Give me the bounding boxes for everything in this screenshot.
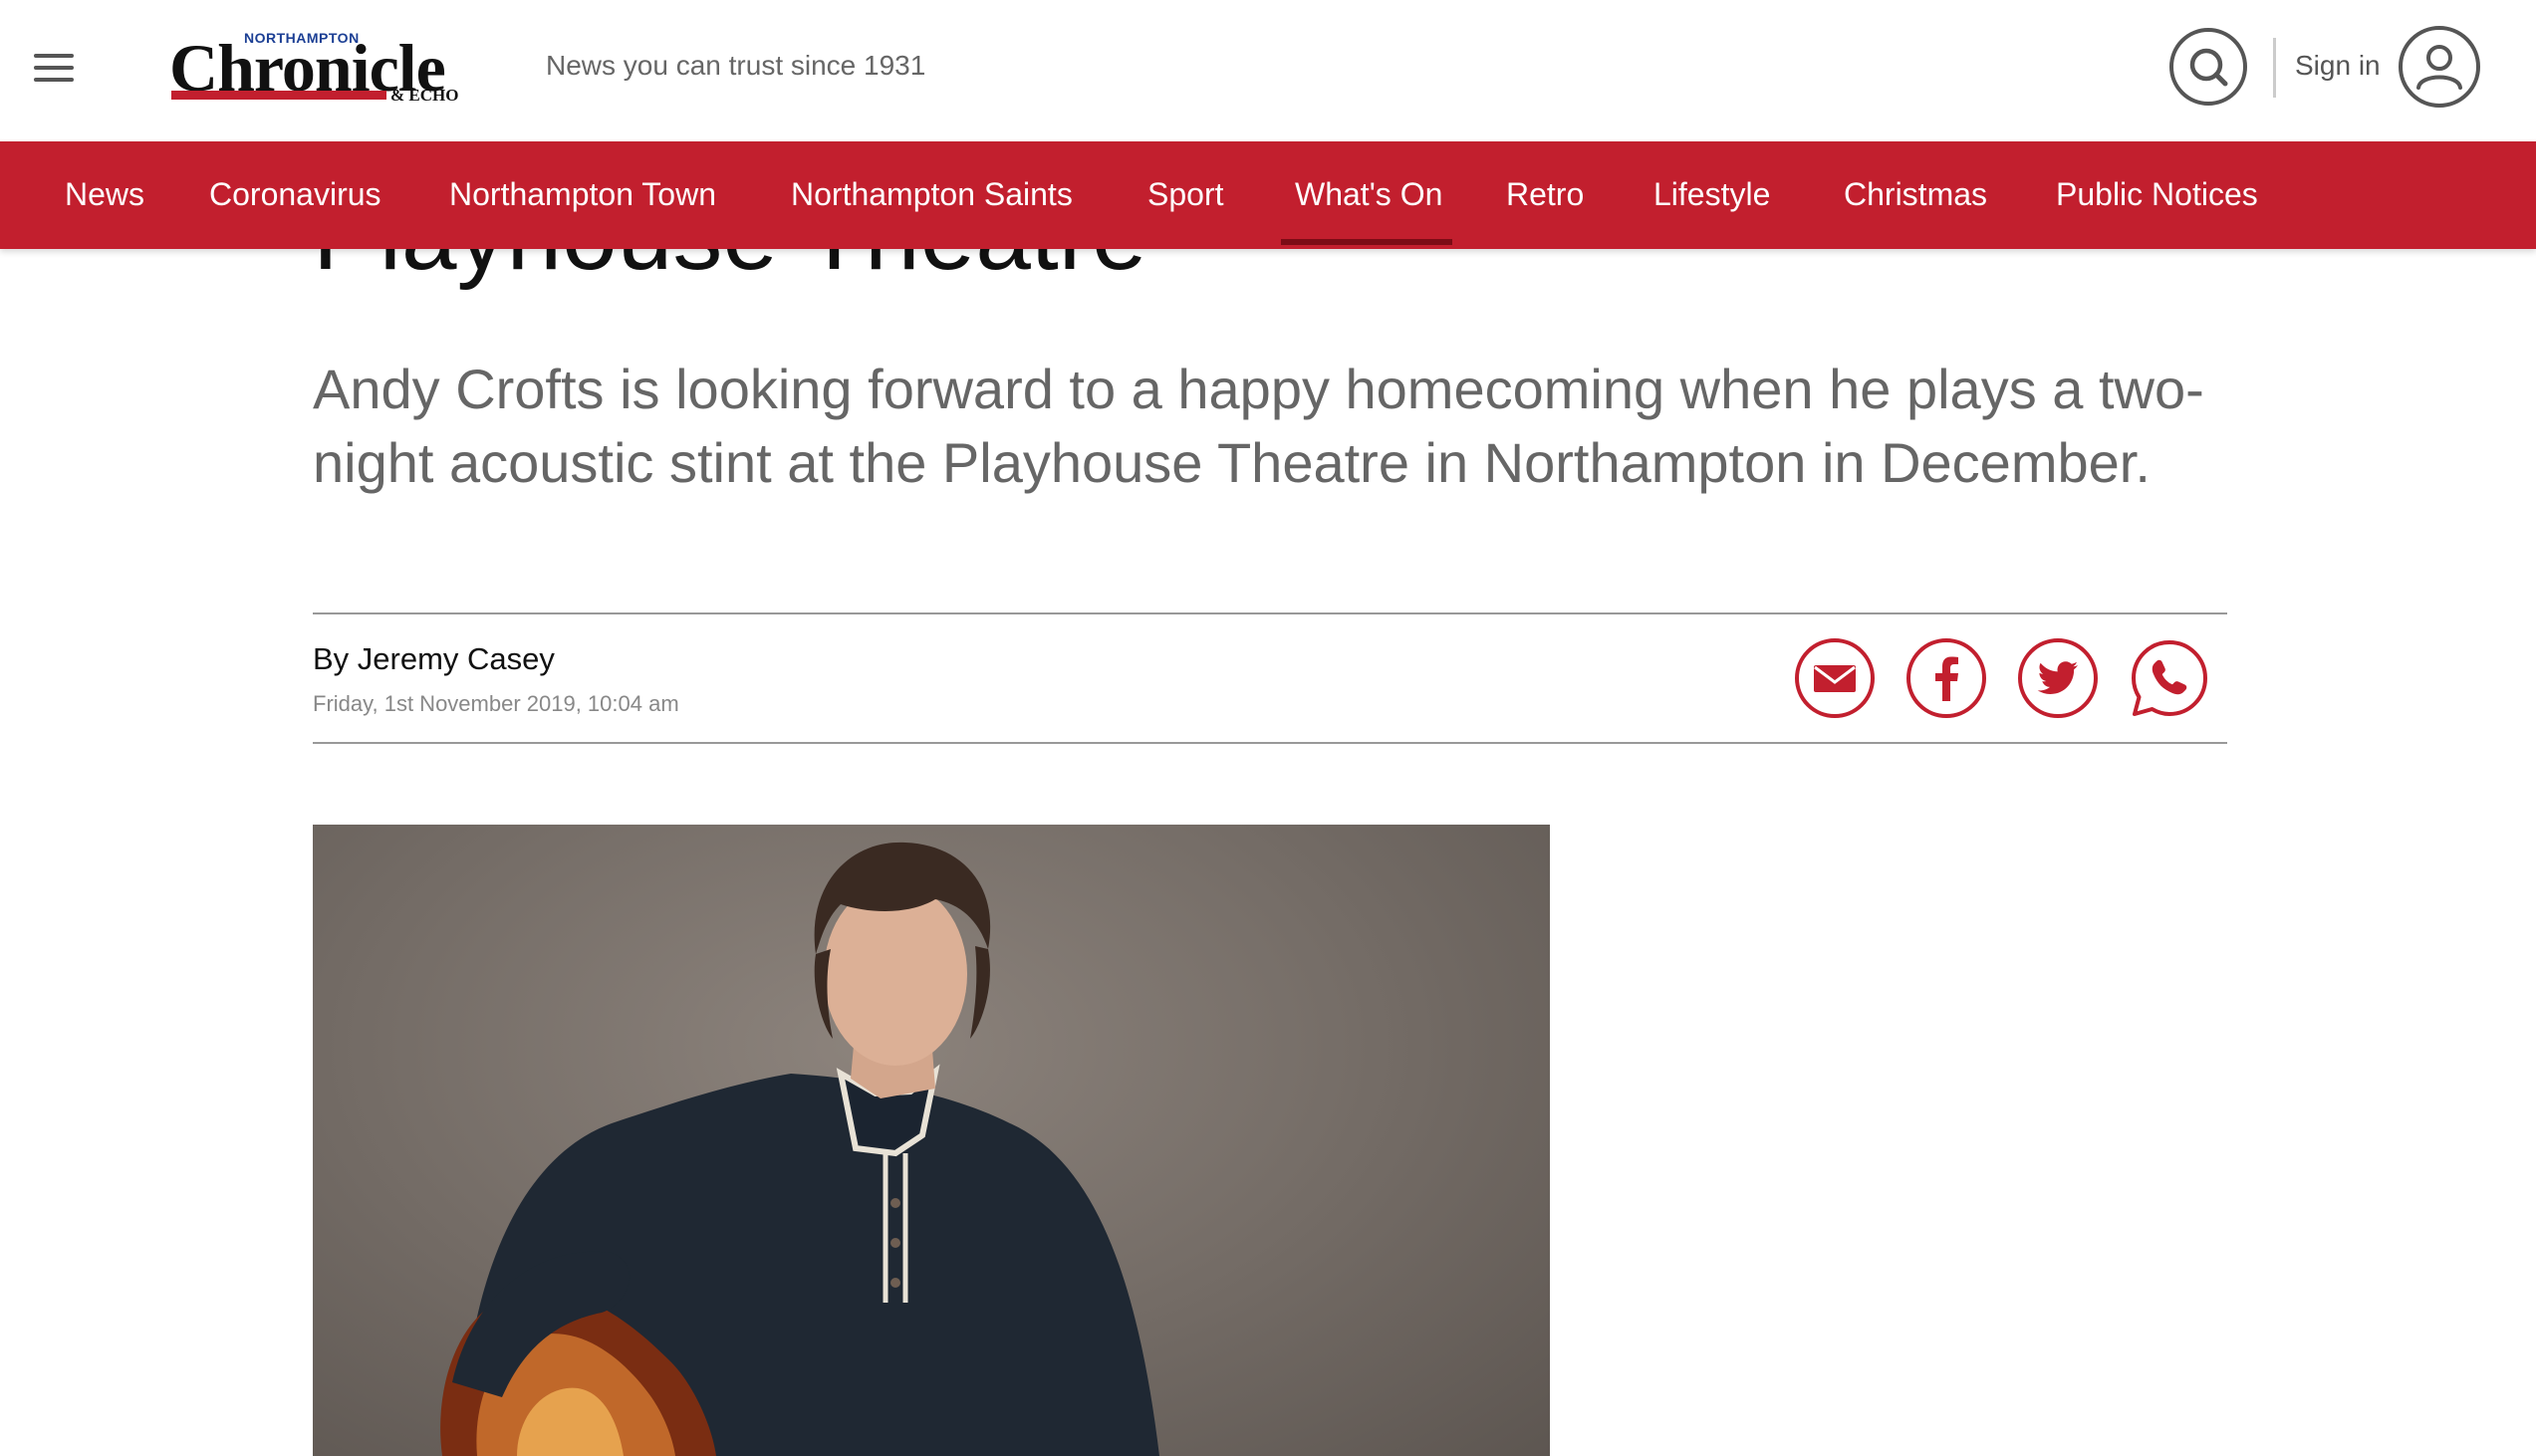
nav-item-whats-on[interactable]: What's On — [1295, 141, 1442, 249]
user-icon — [2416, 45, 2462, 90]
email-icon — [1795, 638, 1875, 718]
nav-item-news[interactable]: News — [65, 141, 144, 249]
facebook-icon — [1906, 638, 1986, 718]
sign-in-link[interactable]: Sign in — [2295, 50, 2381, 82]
main-nav: News Coronavirus Northampton Town Northa… — [0, 141, 2536, 249]
share-twitter-button[interactable] — [2017, 637, 2099, 719]
search-button[interactable] — [2169, 28, 2247, 106]
nav-item-northampton-town[interactable]: Northampton Town — [449, 141, 716, 249]
article-byline[interactable]: By Jeremy Casey — [313, 641, 555, 677]
nav-item-public-notices[interactable]: Public Notices — [2056, 141, 2258, 249]
nav-active-indicator — [1281, 239, 1452, 245]
byline-bottom-rule — [313, 742, 2227, 744]
nav-item-northampton-saints[interactable]: Northampton Saints — [791, 141, 1073, 249]
byline-top-rule — [313, 612, 2227, 614]
menu-icon[interactable] — [34, 54, 76, 84]
article-lead-image[interactable] — [313, 825, 1550, 1456]
whatsapp-icon — [2132, 640, 2207, 716]
nav-item-christmas[interactable]: Christmas — [1844, 141, 1987, 249]
header-divider — [2273, 38, 2276, 98]
site-header: NORTHAMPTON Chronicle & ECHO News you ca… — [0, 0, 2536, 141]
share-facebook-button[interactable] — [1905, 637, 1987, 719]
nav-item-coronavirus[interactable]: Coronavirus — [209, 141, 381, 249]
logo-sub-text: & ECHO — [390, 86, 459, 105]
site-tagline: News you can trust since 1931 — [546, 50, 926, 81]
account-button[interactable] — [2399, 26, 2480, 108]
share-email-button[interactable] — [1794, 637, 1876, 719]
site-logo[interactable]: NORTHAMPTON Chronicle & ECHO — [169, 28, 468, 106]
twitter-icon — [2018, 638, 2098, 718]
share-whatsapp-button[interactable] — [2129, 637, 2210, 719]
nav-item-sport[interactable]: Sport — [1147, 141, 1223, 249]
musician-photo-illustration — [440, 842, 1159, 1456]
article-date: Friday, 1st November 2019, 10:04 am — [313, 691, 679, 716]
logo-underline — [171, 91, 386, 100]
nav-item-retro[interactable]: Retro — [1506, 141, 1584, 249]
article-standfirst: Andy Crofts is looking forward to a happ… — [313, 358, 2204, 494]
nav-item-lifestyle[interactable]: Lifestyle — [1653, 141, 1770, 249]
search-icon — [2189, 48, 2228, 87]
